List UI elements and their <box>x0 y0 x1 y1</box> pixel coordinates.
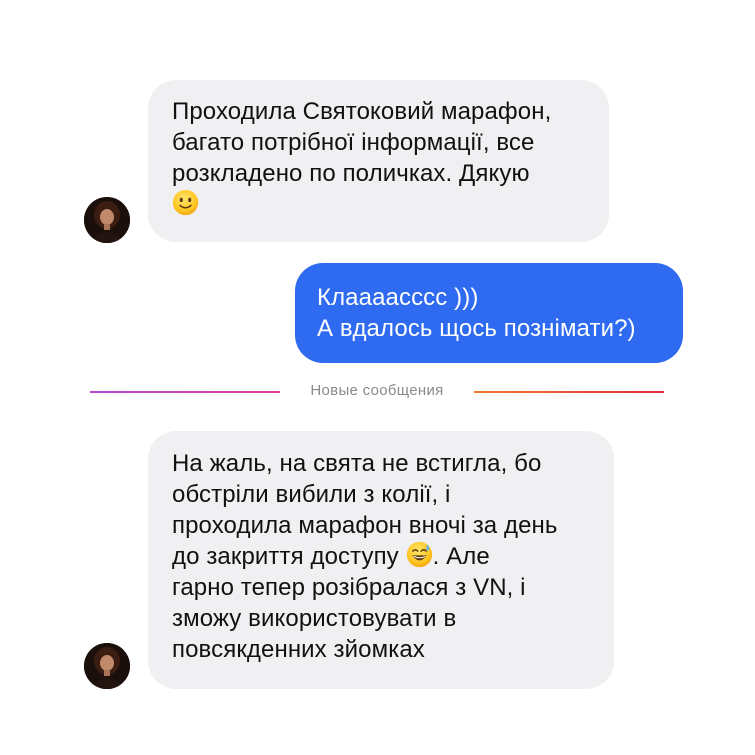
message-text-line: зможу використовувати в <box>172 605 457 632</box>
chat-thread: Проходила Святоковий марафон, багато пот… <box>0 0 755 755</box>
message-text-line: На жаль, на свята не встигла, бо <box>172 450 542 477</box>
message-bubble-outgoing[interactable]: Клааааcccc ))) А вдалось щось познімати?… <box>295 263 683 363</box>
message-bubble-incoming[interactable]: На жаль, на свята не встигла, бо обстріл… <box>148 431 614 689</box>
message-text-segment: . Але <box>432 543 490 570</box>
message-text-line: Проходила Святоковий марафон, <box>172 98 552 125</box>
message-bubble-incoming[interactable]: Проходила Святоковий марафон, багато пот… <box>148 80 609 242</box>
message-text-segment: до закриття доступу <box>172 543 399 570</box>
grinning-face-with-sweat-icon <box>406 541 433 568</box>
message-text-line: багато потрібної інформації, все <box>172 129 535 156</box>
sender-avatar[interactable] <box>84 197 130 243</box>
message-text-line: проходила марафон вночі за день <box>172 512 558 539</box>
message-emoji-line <box>172 189 587 220</box>
sender-avatar[interactable] <box>84 643 130 689</box>
message-text-line: гарно тепер розібралася з VN, і <box>172 574 526 601</box>
new-messages-divider: Новые сообщения <box>90 381 664 401</box>
message-text-line: Клааааcccc ))) <box>317 284 479 311</box>
avatar-photo-icon <box>84 643 130 689</box>
message-text-line: А вдалось щось познімати?) <box>317 315 636 342</box>
message-text-line-with-emoji: до закриття доступу . Але <box>172 541 592 572</box>
message-text-line: повсякденних зйомках <box>172 636 425 663</box>
avatar-photo-icon <box>84 197 130 243</box>
message-text-line: розкладено по поличках. Дякую <box>172 160 530 187</box>
divider-rule-right <box>474 391 664 393</box>
slightly-smiling-face-icon <box>172 189 199 216</box>
message-text-line: обстріли вибили з колії, і <box>172 481 451 508</box>
